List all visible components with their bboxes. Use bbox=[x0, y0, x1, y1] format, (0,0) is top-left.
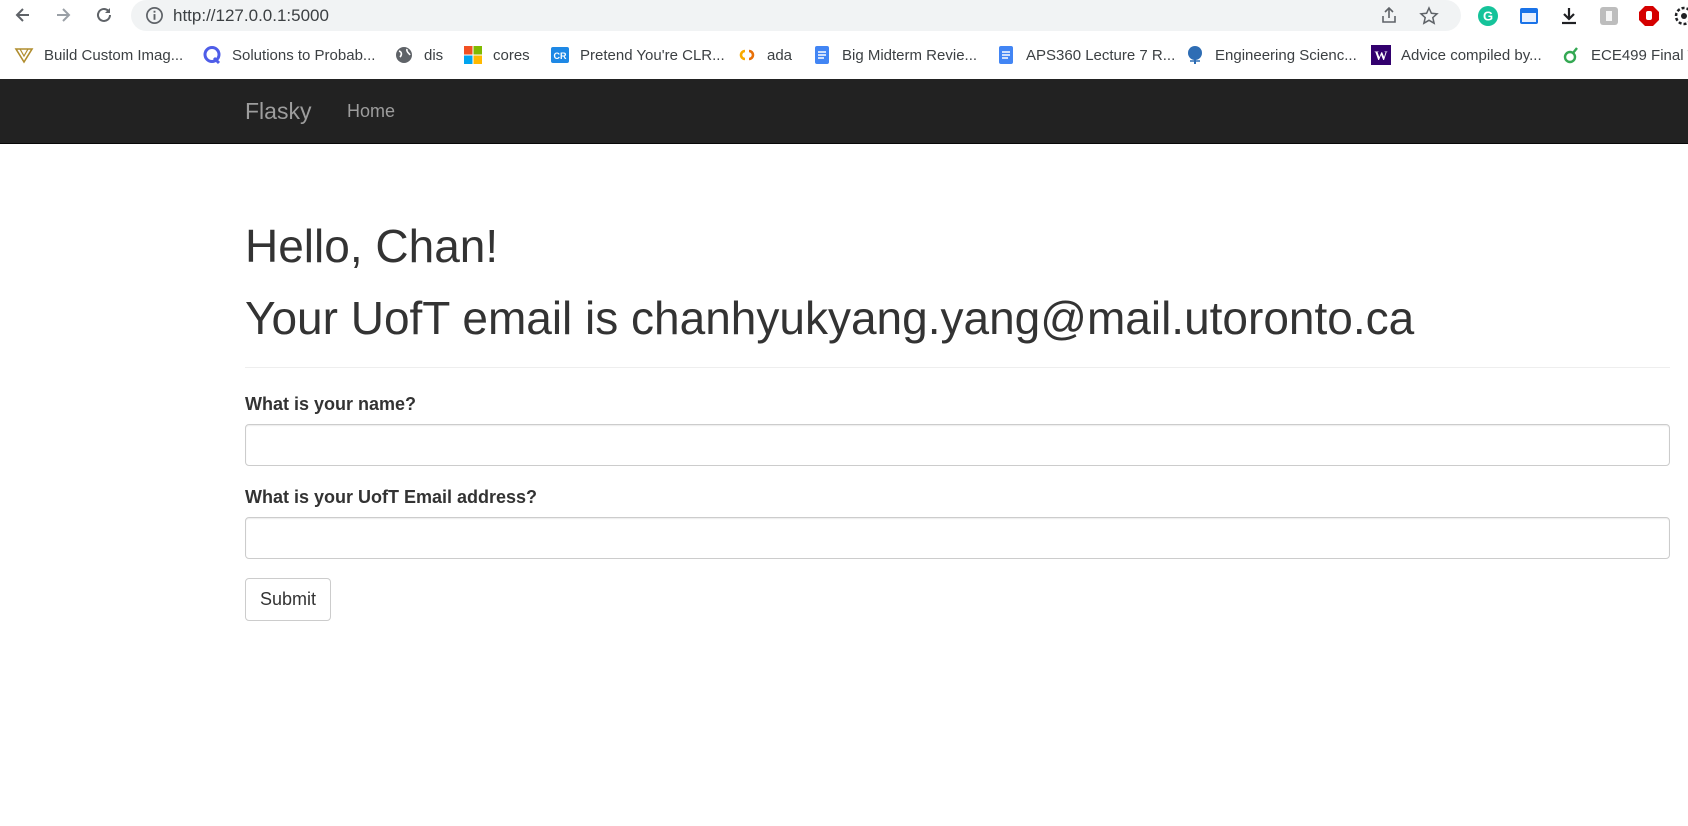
address-bar[interactable] bbox=[131, 0, 1461, 31]
bookmark-label: Big Midterm Revie... bbox=[842, 46, 978, 64]
site-navbar: Flasky Home bbox=[0, 79, 1688, 144]
bookmark-label: Solutions to Probab... bbox=[232, 46, 376, 64]
back-button[interactable] bbox=[8, 2, 38, 28]
greeting-heading: Hello, Chan! bbox=[245, 220, 499, 272]
navbar-brand[interactable]: Flasky bbox=[245, 79, 311, 143]
bookmark-label: Pretend You're CLR... bbox=[580, 46, 725, 64]
submit-button[interactable]: Submit bbox=[245, 578, 331, 621]
bookmark-item[interactable]: Build Custom Imag... bbox=[14, 31, 183, 79]
triangle-logo-icon bbox=[14, 45, 34, 65]
bookmark-item[interactable]: Engineering Scienc... bbox=[1185, 31, 1357, 79]
bookmark-star-button[interactable] bbox=[1417, 4, 1441, 28]
stop-hand-icon bbox=[1639, 6, 1659, 26]
bookmark-item[interactable]: dis bbox=[394, 31, 443, 79]
email-heading: Your UofT email is chanhyukyang.yang@mai… bbox=[245, 292, 1415, 344]
bookmark-item[interactable]: ada bbox=[737, 31, 792, 79]
bookmark-label: ECE499 Final T bbox=[1591, 46, 1688, 64]
reload-icon bbox=[97, 7, 111, 22]
tree-logo-icon bbox=[1185, 45, 1205, 65]
svg-text:CR: CR bbox=[554, 51, 567, 61]
email-label: What is your UofT Email address? bbox=[245, 487, 538, 507]
window-extension[interactable] bbox=[1517, 4, 1541, 28]
w-logo-icon: W bbox=[1371, 45, 1391, 65]
forward-arrow-icon bbox=[57, 8, 71, 22]
name-label: What is your name? bbox=[245, 394, 417, 414]
bookmark-item[interactable]: Solutions to Probab... bbox=[202, 31, 375, 79]
bookmark-label: ada bbox=[767, 46, 793, 64]
puzzle-extension[interactable] bbox=[1597, 4, 1621, 28]
bookmark-label: Engineering Scienc... bbox=[1215, 46, 1357, 64]
grammarly-extension[interactable]: G bbox=[1476, 4, 1500, 28]
adblock-extension[interactable] bbox=[1637, 4, 1661, 28]
share-icon bbox=[1382, 6, 1396, 23]
info-icon[interactable] bbox=[145, 6, 164, 25]
star-icon bbox=[1419, 6, 1439, 25]
bookmark-item[interactable]: APS360 Lecture 7 R... bbox=[996, 31, 1175, 79]
docs-icon bbox=[996, 45, 1016, 65]
bookmarks-bar: Build Custom Imag... Solutions to Probab… bbox=[0, 31, 1688, 79]
forward-button[interactable] bbox=[48, 2, 78, 28]
window-icon bbox=[1520, 8, 1538, 24]
back-arrow-icon bbox=[15, 8, 29, 22]
docs-icon bbox=[812, 45, 832, 65]
settings-extension[interactable] bbox=[1672, 4, 1688, 28]
globe-icon bbox=[394, 45, 414, 65]
nav-link-home[interactable]: Home bbox=[347, 79, 395, 143]
bookmark-item[interactable]: W Advice compiled by... bbox=[1371, 31, 1542, 79]
share-button[interactable] bbox=[1377, 4, 1401, 28]
divider bbox=[245, 367, 1670, 368]
bookmark-item[interactable]: ECE499 Final T bbox=[1561, 31, 1688, 79]
colab-logo-icon bbox=[737, 45, 757, 65]
cr-logo-icon: CR bbox=[550, 45, 570, 65]
download-icon bbox=[1562, 8, 1576, 25]
reload-button[interactable] bbox=[89, 2, 119, 28]
bookmark-label: dis bbox=[424, 46, 444, 64]
windows-logo-icon bbox=[463, 45, 483, 65]
leaf-logo-icon bbox=[1561, 45, 1581, 65]
gear-icon bbox=[1674, 6, 1688, 26]
bookmark-label: Advice compiled by... bbox=[1401, 46, 1542, 64]
download-extension[interactable] bbox=[1557, 4, 1581, 28]
bookmark-item[interactable]: cores bbox=[463, 31, 530, 79]
url-input[interactable] bbox=[173, 0, 1323, 31]
bookmark-item[interactable]: CR Pretend You're CLR... bbox=[550, 31, 725, 79]
svg-text:G: G bbox=[1483, 9, 1493, 24]
q-logo-icon bbox=[202, 45, 222, 65]
bookmark-label: cores bbox=[493, 46, 530, 64]
svg-text:W: W bbox=[1375, 48, 1388, 63]
bookmark-label: Build Custom Imag... bbox=[44, 46, 184, 64]
grammarly-icon: G bbox=[1478, 6, 1498, 26]
extension-gray-icon bbox=[1600, 7, 1618, 25]
bookmark-item[interactable]: Big Midterm Revie... bbox=[812, 31, 977, 79]
bookmark-label: APS360 Lecture 7 R... bbox=[1026, 46, 1176, 64]
browser-toolbar: G bbox=[0, 0, 1688, 31]
name-field[interactable] bbox=[245, 424, 1670, 466]
email-field[interactable] bbox=[245, 517, 1670, 559]
